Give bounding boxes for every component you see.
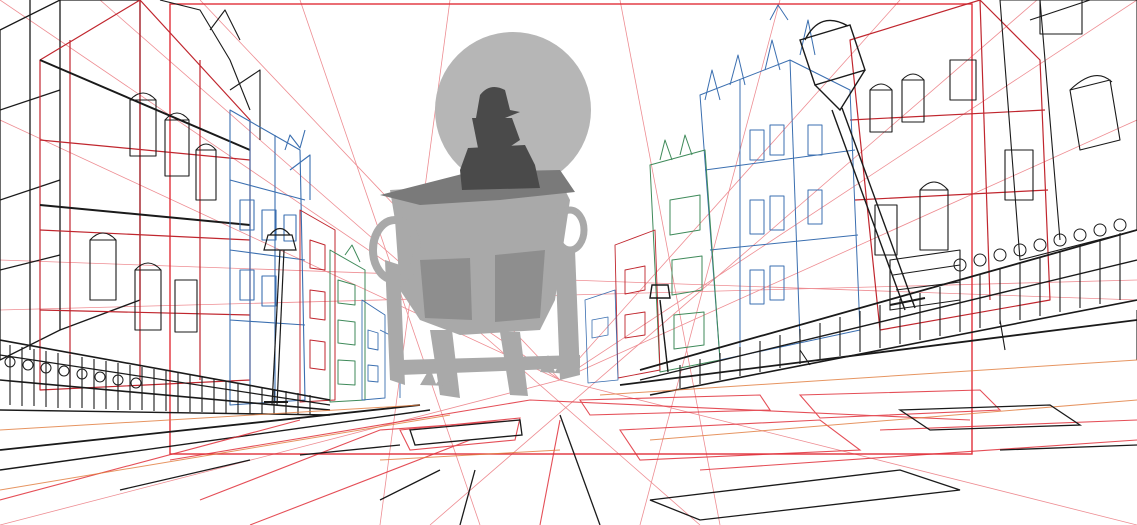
carriage-silhouette [369,170,588,398]
street-layout-sketch [0,0,1137,525]
